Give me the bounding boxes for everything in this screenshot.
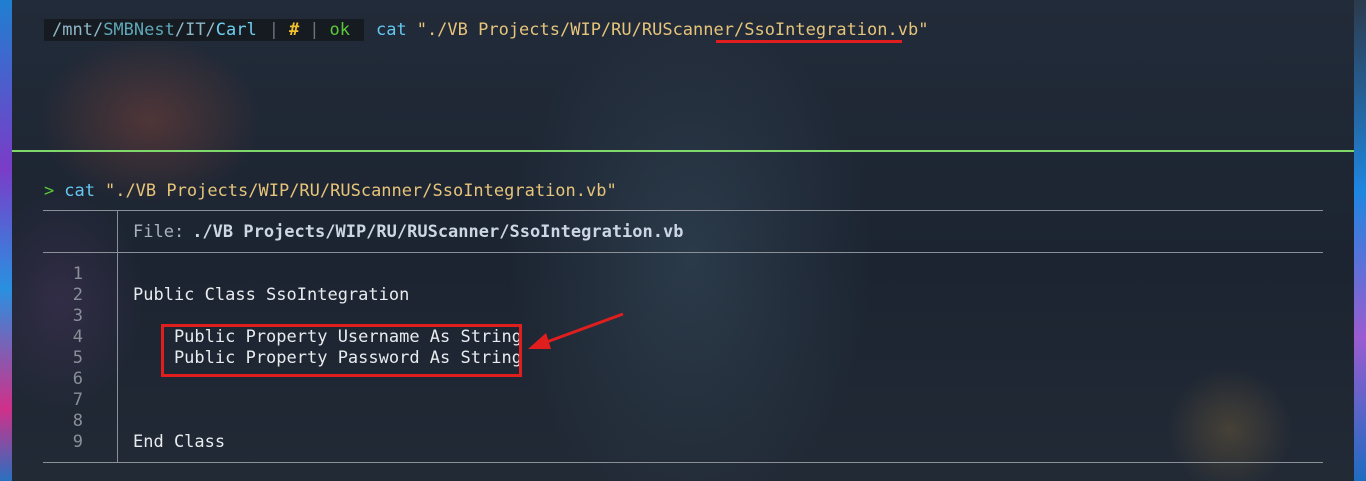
pane-separator [12, 150, 1354, 152]
red-box-annotation [161, 324, 522, 377]
path-part: /mnt/ [52, 20, 104, 40]
prompt-pipe: | [305, 19, 324, 41]
command-name: cat [64, 181, 95, 201]
root-privilege-indicator: # [283, 19, 306, 41]
line-number: 4 [72, 327, 83, 347]
file-header: File: ./VB Projects/WIP/RU/RUScanner/SsoI… [133, 222, 683, 242]
line-number: 9 [72, 432, 83, 452]
command-argument: "./VB Projects/WIP/RU/RUScanner/SsoInteg… [417, 20, 929, 40]
argument-filename: SsoIntegration.vb [744, 20, 919, 40]
line-number-gutter: 1 2 3 4 5 6 7 8 9 [43, 264, 83, 453]
line-number: 7 [72, 390, 83, 410]
wallpaper-edge-right [1354, 0, 1366, 481]
exit-status: ok [323, 19, 364, 41]
line-number: 8 [72, 411, 83, 431]
red-underline-annotation [716, 40, 902, 43]
path-part: /IT/ [174, 20, 216, 40]
argument-path: "./VB Projects/WIP/RU/RUScanner/ [416, 20, 745, 40]
line-number: 3 [72, 306, 83, 326]
line-number: 5 [72, 348, 83, 368]
frame-bottom-border [43, 462, 1323, 463]
gutter-divider [117, 210, 118, 463]
red-arrow-annotation [528, 312, 624, 349]
path-part: Carl [215, 20, 257, 40]
wallpaper-edge-left [0, 0, 12, 481]
frame-top-border [43, 210, 1323, 211]
header-divider [43, 252, 1323, 253]
prompt-marker: > [44, 181, 55, 201]
command-argument: "./VB Projects/WIP/RU/RUScanner/SsoInteg… [104, 181, 617, 201]
command-echo: > cat "./VB Projects/WIP/RU/RUScanner/SsoI… [44, 179, 617, 203]
command-name: cat [375, 20, 407, 40]
argument-quote: " [918, 20, 929, 40]
shell-prompt: /mnt/SMBNest/IT/Carl | # | ok cat "./VB … [44, 18, 928, 42]
path-part: SMBNest [103, 20, 175, 40]
prompt-path: /mnt/SMBNest/IT/Carl [44, 19, 265, 41]
file-label: File: [133, 222, 185, 242]
prompt-pipe: | [264, 19, 283, 41]
line-number: 1 [72, 264, 83, 284]
code-line: End Class [133, 432, 226, 452]
file-name: ./VB Projects/WIP/RU/RUScanner/SsoIntegr… [192, 222, 684, 242]
line-number: 6 [72, 369, 83, 389]
line-number: 2 [72, 285, 83, 305]
code-line: Public Class SsoIntegration [133, 285, 410, 305]
